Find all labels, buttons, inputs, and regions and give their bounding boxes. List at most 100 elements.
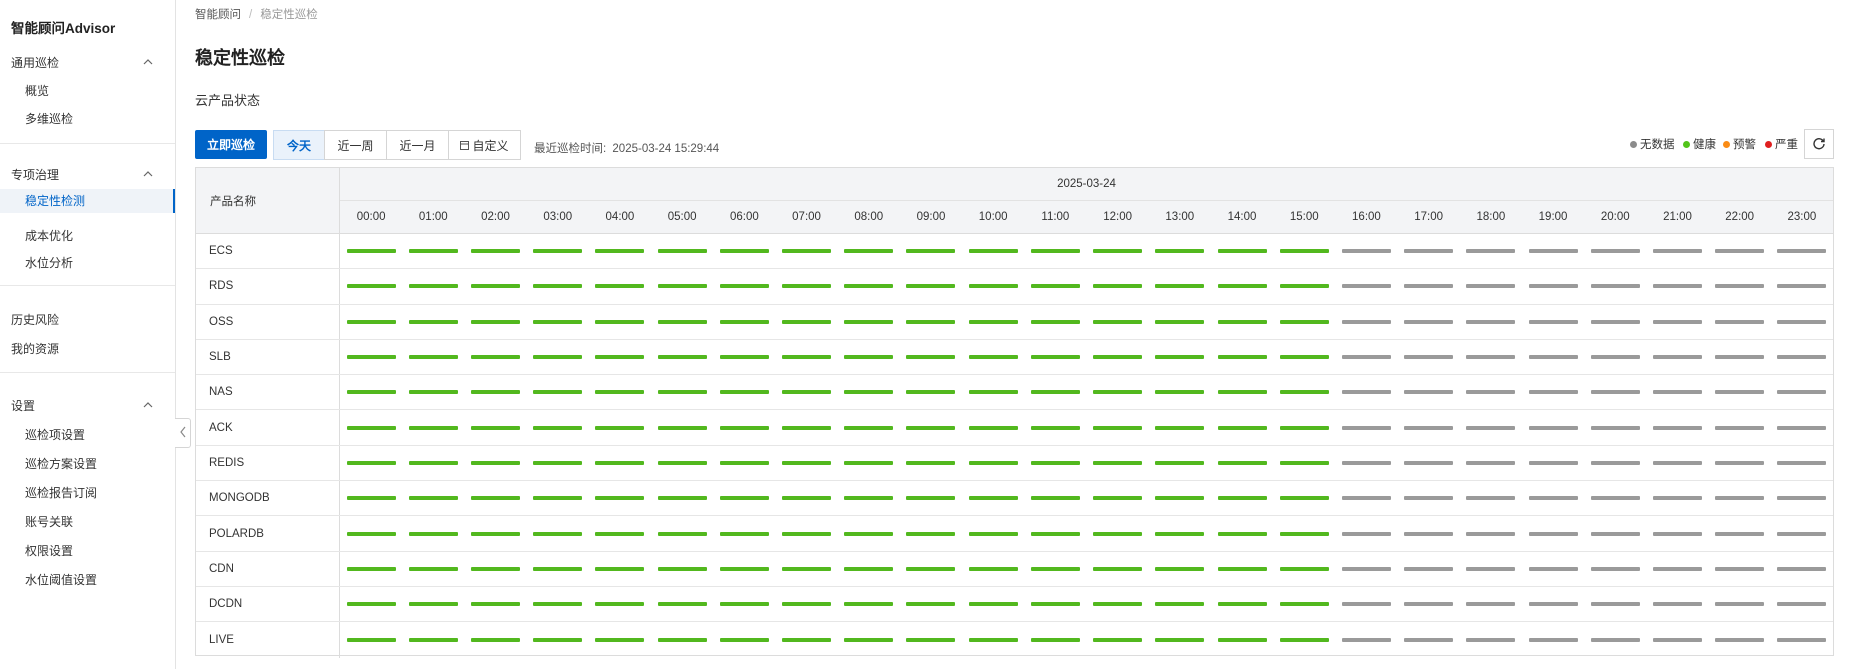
status-bar-nodata[interactable]	[1652, 249, 1702, 254]
status-bar-nodata[interactable]	[1715, 531, 1765, 536]
status-bar-nodata[interactable]	[1404, 249, 1454, 254]
status-bar-nodata[interactable]	[1777, 355, 1827, 360]
status-bar-nodata[interactable]	[1652, 637, 1702, 642]
status-bar-nodata[interactable]	[1652, 355, 1702, 360]
status-bar-nodata[interactable]	[1341, 602, 1391, 607]
status-bar-nodata[interactable]	[1341, 496, 1391, 501]
status-bar-healthy[interactable]	[1155, 531, 1205, 536]
status-bar-nodata[interactable]	[1715, 249, 1765, 254]
status-bar-nodata[interactable]	[1652, 319, 1702, 324]
status-bar-healthy[interactable]	[1217, 319, 1267, 324]
status-bar-healthy[interactable]	[1030, 602, 1080, 607]
status-bar-healthy[interactable]	[657, 390, 707, 395]
status-bar-nodata[interactable]	[1590, 390, 1640, 395]
chevron-up-icon[interactable]	[143, 400, 153, 410]
status-bar-healthy[interactable]	[906, 284, 956, 289]
status-bar-nodata[interactable]	[1652, 460, 1702, 465]
status-bar-healthy[interactable]	[533, 284, 583, 289]
status-bar-healthy[interactable]	[346, 355, 396, 360]
status-bar-healthy[interactable]	[1030, 390, 1080, 395]
status-bar-healthy[interactable]	[1030, 284, 1080, 289]
status-bar-healthy[interactable]	[1279, 355, 1329, 360]
sidebar-item-report-subscription[interactable]: 巡检报告订阅	[25, 484, 97, 501]
status-bar-nodata[interactable]	[1466, 637, 1516, 642]
status-bar-nodata[interactable]	[1715, 566, 1765, 571]
status-bar-healthy[interactable]	[906, 460, 956, 465]
status-bar-nodata[interactable]	[1528, 637, 1578, 642]
status-bar-nodata[interactable]	[1404, 531, 1454, 536]
status-bar-healthy[interactable]	[782, 319, 832, 324]
status-bar-healthy[interactable]	[346, 496, 396, 501]
status-bar-nodata[interactable]	[1715, 390, 1765, 395]
sidebar-collapse-button[interactable]	[175, 418, 191, 448]
status-bar-healthy[interactable]	[906, 602, 956, 607]
status-bar-nodata[interactable]	[1404, 460, 1454, 465]
status-bar-nodata[interactable]	[1528, 390, 1578, 395]
status-bar-nodata[interactable]	[1528, 319, 1578, 324]
status-bar-healthy[interactable]	[657, 319, 707, 324]
status-bar-nodata[interactable]	[1528, 566, 1578, 571]
status-bar-healthy[interactable]	[1217, 284, 1267, 289]
status-bar-healthy[interactable]	[968, 425, 1018, 430]
chevron-up-icon[interactable]	[143, 169, 153, 179]
status-bar-healthy[interactable]	[471, 390, 521, 395]
status-bar-healthy[interactable]	[906, 531, 956, 536]
status-bar-nodata[interactable]	[1715, 425, 1765, 430]
status-bar-healthy[interactable]	[1155, 319, 1205, 324]
status-bar-healthy[interactable]	[782, 637, 832, 642]
status-bar-healthy[interactable]	[782, 531, 832, 536]
status-bar-healthy[interactable]	[1155, 460, 1205, 465]
status-bar-nodata[interactable]	[1715, 460, 1765, 465]
status-bar-healthy[interactable]	[1155, 496, 1205, 501]
status-bar-healthy[interactable]	[782, 355, 832, 360]
status-bar-healthy[interactable]	[408, 425, 458, 430]
status-bar-healthy[interactable]	[782, 460, 832, 465]
status-bar-healthy[interactable]	[968, 460, 1018, 465]
status-bar-healthy[interactable]	[1093, 637, 1143, 642]
status-bar-nodata[interactable]	[1652, 602, 1702, 607]
status-bar-healthy[interactable]	[719, 460, 769, 465]
status-bar-nodata[interactable]	[1528, 355, 1578, 360]
status-bar-healthy[interactable]	[657, 460, 707, 465]
status-bar-nodata[interactable]	[1590, 566, 1640, 571]
status-bar-healthy[interactable]	[533, 531, 583, 536]
status-bar-nodata[interactable]	[1652, 531, 1702, 536]
status-bar-nodata[interactable]	[1590, 496, 1640, 501]
status-bar-healthy[interactable]	[719, 602, 769, 607]
status-bar-healthy[interactable]	[533, 390, 583, 395]
status-bar-healthy[interactable]	[657, 284, 707, 289]
status-bar-nodata[interactable]	[1777, 460, 1827, 465]
status-bar-healthy[interactable]	[595, 355, 645, 360]
status-bar-healthy[interactable]	[844, 637, 894, 642]
status-bar-healthy[interactable]	[782, 390, 832, 395]
status-bar-nodata[interactable]	[1528, 249, 1578, 254]
status-bar-nodata[interactable]	[1652, 390, 1702, 395]
status-bar-healthy[interactable]	[1279, 425, 1329, 430]
status-bar-healthy[interactable]	[471, 460, 521, 465]
status-bar-healthy[interactable]	[844, 355, 894, 360]
status-bar-healthy[interactable]	[844, 284, 894, 289]
status-bar-nodata[interactable]	[1777, 284, 1827, 289]
sidebar-item-check-settings[interactable]: 巡检项设置	[25, 426, 85, 443]
status-bar-healthy[interactable]	[844, 566, 894, 571]
status-bar-healthy[interactable]	[471, 602, 521, 607]
status-bar-healthy[interactable]	[844, 425, 894, 430]
status-bar-healthy[interactable]	[782, 496, 832, 501]
status-bar-healthy[interactable]	[968, 531, 1018, 536]
status-bar-healthy[interactable]	[1093, 496, 1143, 501]
status-bar-healthy[interactable]	[657, 531, 707, 536]
status-bar-healthy[interactable]	[346, 566, 396, 571]
status-bar-nodata[interactable]	[1341, 390, 1391, 395]
status-bar-healthy[interactable]	[533, 319, 583, 324]
sidebar-item-waterlevel[interactable]: 水位分析	[25, 254, 73, 271]
status-bar-healthy[interactable]	[1279, 460, 1329, 465]
status-bar-healthy[interactable]	[1155, 602, 1205, 607]
status-bar-healthy[interactable]	[1279, 496, 1329, 501]
status-bar-healthy[interactable]	[346, 319, 396, 324]
status-bar-nodata[interactable]	[1341, 319, 1391, 324]
status-bar-nodata[interactable]	[1341, 284, 1391, 289]
status-bar-healthy[interactable]	[471, 425, 521, 430]
status-bar-healthy[interactable]	[1279, 637, 1329, 642]
sidebar-item-threshold-settings[interactable]: 水位阈值设置	[25, 571, 97, 588]
sidebar-section-settings[interactable]: 设置	[11, 397, 35, 414]
